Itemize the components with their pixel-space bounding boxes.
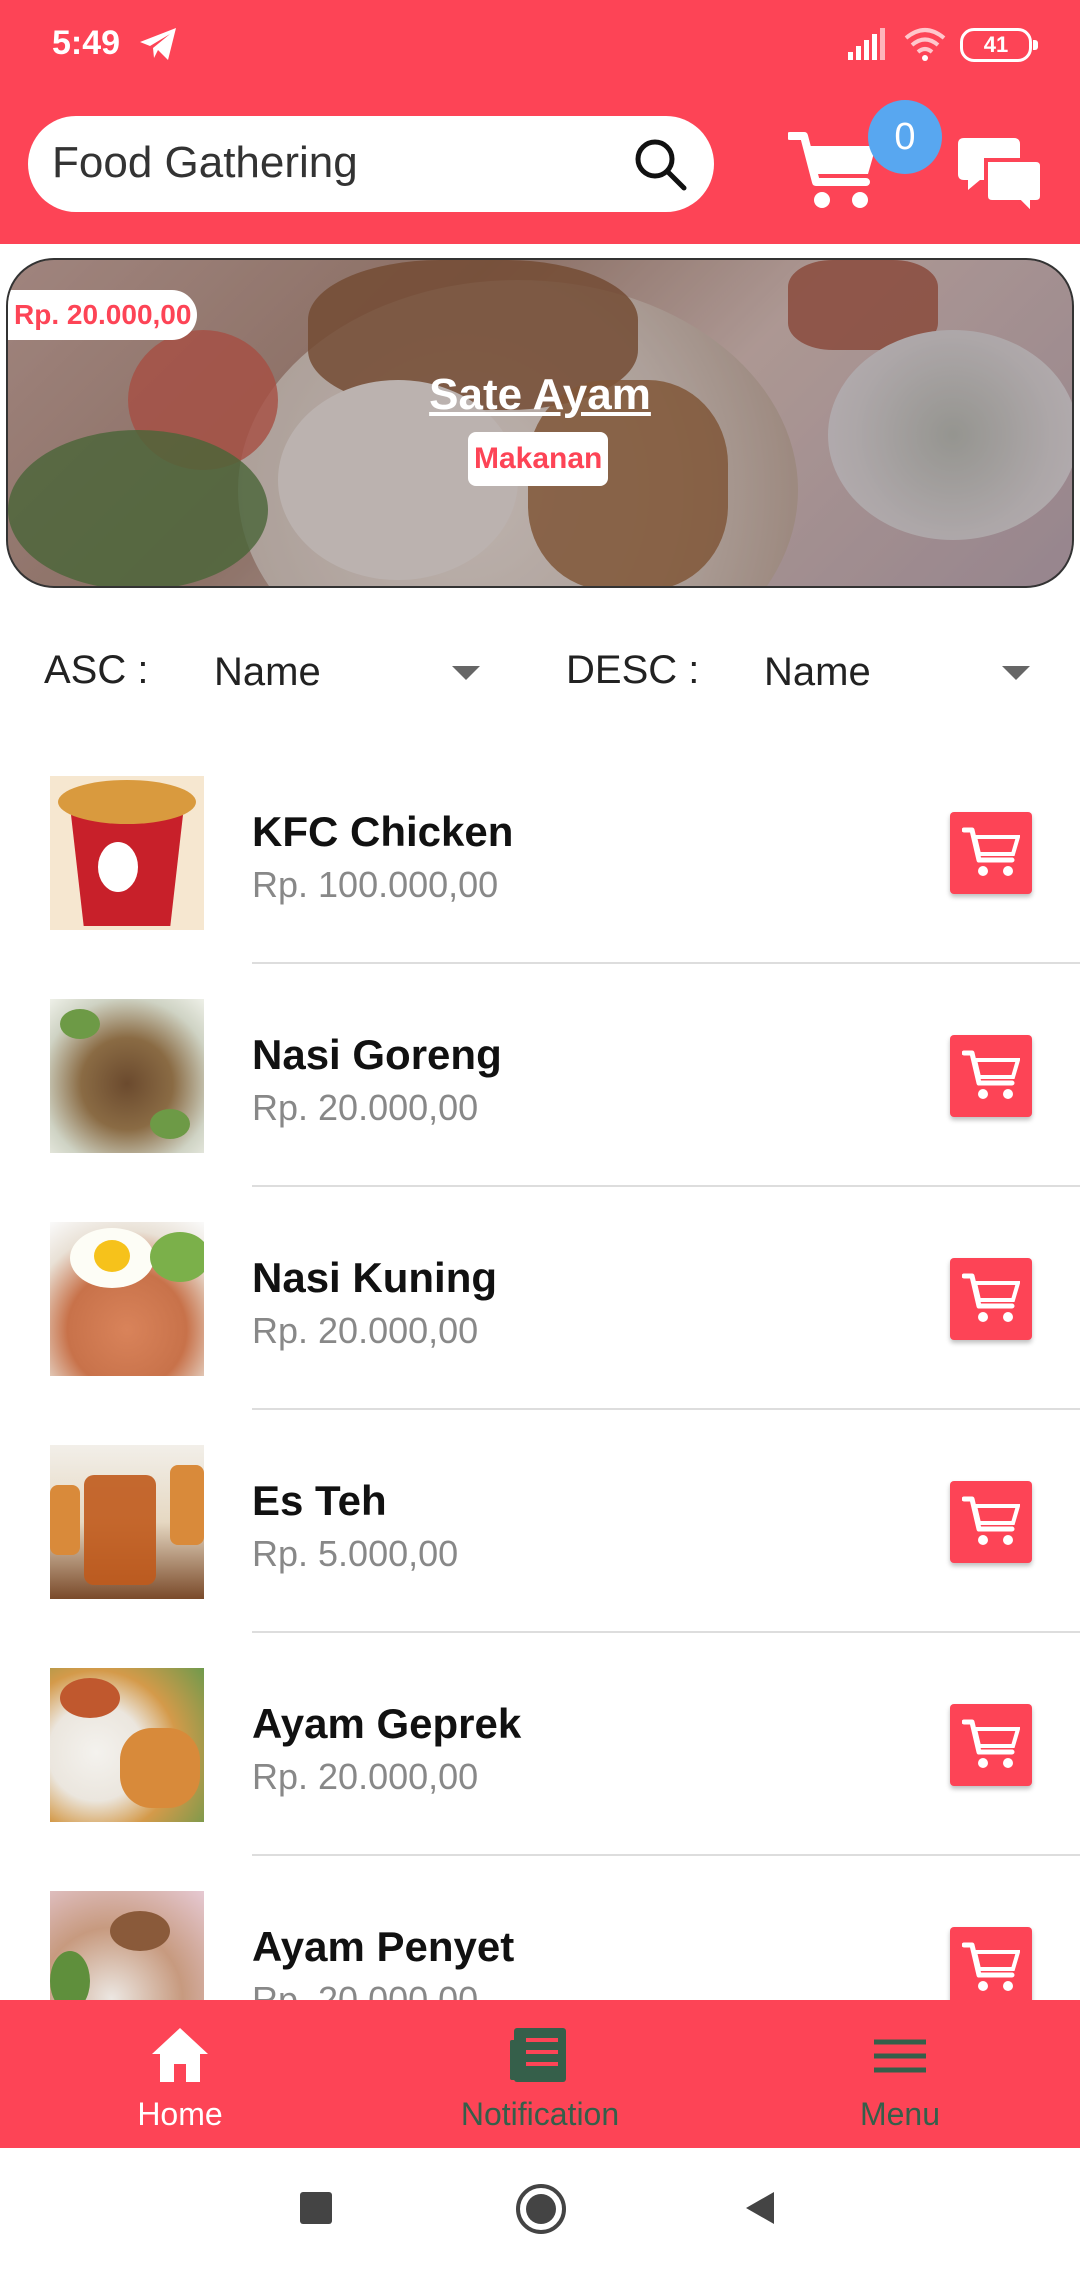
product-image bbox=[50, 1222, 204, 1376]
list-item[interactable]: Nasi Goreng Rp. 20.000,00 bbox=[0, 963, 1080, 1187]
add-to-cart-icon bbox=[962, 1273, 1020, 1322]
product-image bbox=[50, 776, 204, 930]
product-name: KFC Chicken bbox=[252, 808, 514, 855]
menu-icon bbox=[874, 2039, 926, 2073]
chat-icon[interactable] bbox=[958, 134, 1042, 216]
desc-label: DESC : bbox=[566, 648, 700, 692]
add-to-cart-button[interactable] bbox=[950, 1704, 1032, 1786]
asc-select-value[interactable]: Name bbox=[214, 650, 321, 695]
nav-menu[interactable]: Menu bbox=[720, 2000, 1080, 2148]
add-to-cart-button[interactable] bbox=[950, 1258, 1032, 1340]
home-system-button[interactable] bbox=[514, 2182, 568, 2236]
add-to-cart-button[interactable] bbox=[950, 1481, 1032, 1563]
telegram-icon bbox=[140, 28, 176, 60]
nav-notification[interactable]: Notification bbox=[360, 2000, 720, 2148]
product-image bbox=[50, 999, 204, 1153]
status-time: 5:49 bbox=[52, 24, 121, 62]
system-navigation-bar bbox=[0, 2148, 1080, 2280]
banner-category-tag: Makanan bbox=[468, 432, 609, 486]
app-screen: 5:49 41 Food Gathering 0 Rp. 20.000,00 S… bbox=[0, 0, 1080, 2280]
home-icon bbox=[152, 2028, 208, 2082]
list-item[interactable]: Nasi Kuning Rp. 20.000,00 bbox=[0, 1186, 1080, 1410]
notification-icon bbox=[510, 2028, 566, 2082]
add-to-cart-icon bbox=[962, 1050, 1020, 1099]
product-price: Rp. 20.000,00 bbox=[252, 1087, 479, 1128]
product-name: Ayam Geprek bbox=[252, 1700, 522, 1747]
nav-menu-label: Menu bbox=[859, 2096, 941, 2132]
wifi-icon bbox=[904, 28, 946, 61]
product-name: Ayam Penyet bbox=[252, 1923, 515, 1970]
nav-notification-label: Notification bbox=[460, 2096, 620, 2132]
product-price: Rp. 5.000,00 bbox=[252, 1533, 459, 1574]
asc-label: ASC : bbox=[44, 648, 149, 692]
app-header: 5:49 41 Food Gathering 0 bbox=[0, 0, 1080, 244]
desc-select-value[interactable]: Name bbox=[764, 650, 871, 695]
product-price: Rp. 20.000,00 bbox=[252, 1756, 479, 1797]
list-item[interactable]: Es Teh Rp. 5.000,00 bbox=[0, 1409, 1080, 1633]
banner-title[interactable]: Sate Ayam bbox=[8, 370, 1072, 420]
product-image bbox=[50, 1668, 204, 1822]
nav-home-label: Home bbox=[137, 2096, 223, 2132]
banner-price: Rp. 20.000,00 bbox=[8, 290, 198, 340]
product-image bbox=[50, 1445, 204, 1599]
product-name: Nasi Kuning bbox=[252, 1254, 498, 1301]
add-to-cart-button[interactable] bbox=[950, 1927, 1032, 2009]
nav-home[interactable]: Home bbox=[0, 2000, 360, 2148]
signal-icon bbox=[848, 28, 885, 60]
search-input[interactable]: Food Gathering bbox=[28, 116, 714, 212]
product-price: Rp. 100.000,00 bbox=[252, 864, 499, 905]
bottom-navigation: Home Notification Menu bbox=[0, 2000, 1080, 2148]
recents-button[interactable] bbox=[296, 2188, 336, 2228]
battery-indicator: 41 bbox=[960, 28, 1038, 62]
add-to-cart-icon bbox=[962, 1496, 1020, 1545]
product-price: Rp. 20.000,00 bbox=[252, 1310, 479, 1351]
search-input-text: Food Gathering bbox=[52, 138, 358, 187]
add-to-cart-icon bbox=[962, 827, 1020, 876]
back-button[interactable] bbox=[740, 2188, 780, 2228]
search-icon[interactable] bbox=[630, 134, 690, 194]
chevron-down-icon[interactable] bbox=[452, 666, 480, 680]
cart-icon[interactable] bbox=[788, 130, 880, 212]
product-name: Es Teh bbox=[252, 1477, 387, 1524]
add-to-cart-button[interactable] bbox=[950, 812, 1032, 894]
list-item[interactable]: Ayam Geprek Rp. 20.000,00 bbox=[0, 1632, 1080, 1856]
add-to-cart-icon bbox=[962, 1719, 1020, 1768]
chevron-down-icon[interactable] bbox=[1002, 666, 1030, 680]
sort-controls: ASC : Name DESC : Name bbox=[0, 640, 1080, 710]
add-to-cart-icon bbox=[962, 1942, 1020, 1991]
add-to-cart-button[interactable] bbox=[950, 1035, 1032, 1117]
list-item[interactable]: KFC Chicken Rp. 100.000,00 bbox=[0, 740, 1080, 964]
cart-count-badge: 0 bbox=[868, 100, 942, 174]
product-name: Nasi Goreng bbox=[252, 1031, 502, 1078]
featured-banner[interactable]: Rp. 20.000,00 Sate Ayam Makanan bbox=[6, 258, 1074, 588]
